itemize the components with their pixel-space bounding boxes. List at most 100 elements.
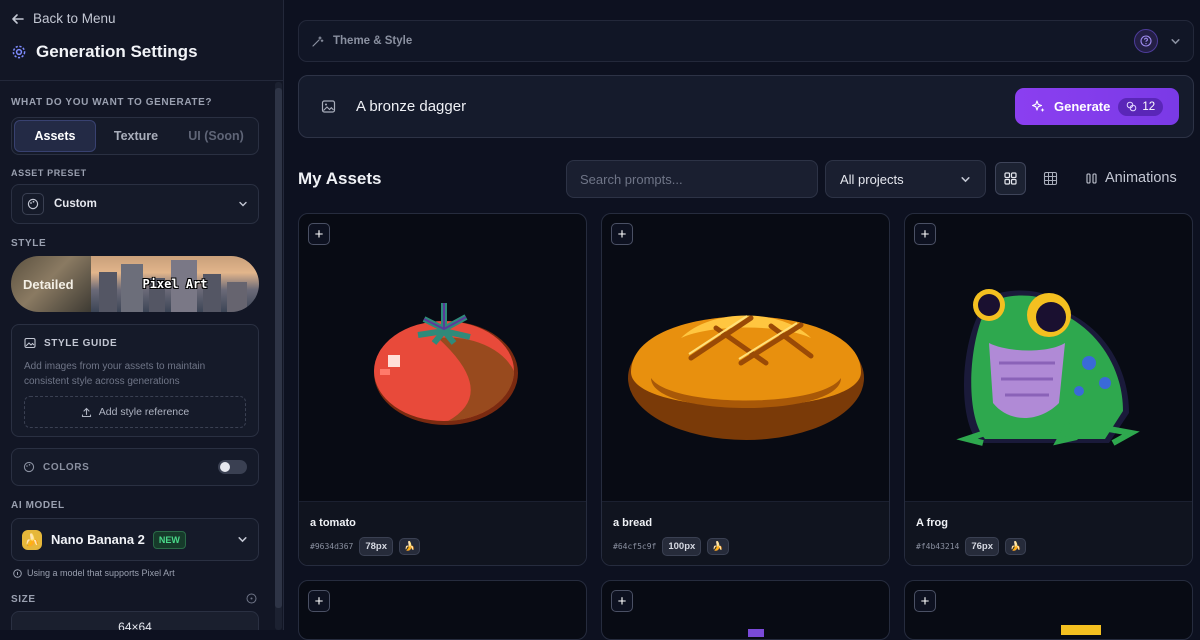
sidebar-scrollbar[interactable] [275, 82, 282, 630]
asset-card[interactable]: + [904, 580, 1193, 640]
header-divider [0, 80, 283, 81]
animations-button[interactable]: Animations [1085, 170, 1177, 186]
style-option-pixel-art[interactable]: Pixel Art [91, 256, 259, 312]
tab-texture[interactable]: Texture [96, 120, 176, 152]
projects-value: All projects [840, 171, 904, 187]
animations-label: Animations [1105, 170, 1177, 186]
style-selector: Detailed Pixel Art [11, 256, 259, 312]
style-guide-header: STYLE GUIDE [24, 337, 246, 349]
what-label: WHAT DO YOU WANT TO GENERATE? [11, 97, 213, 108]
asset-tags: #64cf5c9f 100px 🍌 [613, 537, 878, 556]
banana-icon: 🍌 [1005, 538, 1027, 555]
scrollbar-thumb[interactable] [275, 88, 282, 608]
palette-icon [22, 193, 44, 215]
asset-card-bread[interactable]: + a bread #64cf5c9f 100px 🍌 [601, 213, 890, 566]
asset-card-frog[interactable]: + A frog #f4b43214 76px 🍌 [904, 213, 1193, 566]
model-value: Nano Banana 2 [51, 532, 145, 547]
colors-card: COLORS [11, 448, 259, 486]
grid-small-icon [1043, 171, 1058, 186]
add-button[interactable]: + [914, 223, 936, 245]
style-label: STYLE [11, 238, 47, 249]
coins-icon [1127, 101, 1137, 112]
preset-value: Custom [54, 198, 97, 210]
asset-thumbnail [602, 214, 889, 501]
ai-model-select[interactable]: 🍌 Nano Banana 2 NEW [11, 518, 259, 561]
search-input[interactable]: Search prompts... [566, 160, 818, 198]
colors-toggle[interactable] [218, 460, 247, 474]
title-text: Generation Settings [36, 42, 198, 61]
question-icon [1140, 35, 1152, 47]
style-guide-card: STYLE GUIDE Add images from your assets … [11, 324, 259, 437]
arrow-left-icon [12, 13, 24, 24]
grid-large-icon [1004, 172, 1017, 185]
asset-name: A frog [916, 517, 948, 529]
banana-icon: 🍌 [399, 538, 421, 555]
new-badge: NEW [152, 530, 186, 549]
sparkle-icon [1031, 100, 1045, 112]
add-button[interactable]: + [611, 590, 633, 612]
back-to-menu-link[interactable]: Back to Menu [11, 11, 116, 26]
help-button[interactable] [1134, 29, 1158, 53]
bread-image [627, 314, 864, 440]
style-guide-description: Add images from your assets to maintain … [24, 361, 206, 387]
add-button[interactable]: + [611, 223, 633, 245]
asset-meta: A frog #f4b43214 76px 🍌 [905, 501, 1192, 565]
chevron-down-icon [239, 201, 247, 207]
info-icon [13, 568, 22, 578]
compact-grid-button[interactable] [1035, 162, 1066, 195]
add-button[interactable]: + [308, 223, 330, 245]
pixel-building [227, 282, 247, 312]
asset-preview-fragment [1061, 625, 1101, 635]
banana-icon: 🍌 [707, 538, 729, 555]
back-label: Back to Menu [33, 11, 116, 26]
style-guide-title: STYLE GUIDE [44, 337, 118, 349]
asset-hash: #64cf5c9f [613, 542, 657, 551]
asset-size-badge: 78px [359, 537, 394, 556]
film-icon [1086, 172, 1097, 184]
info-icon[interactable] [246, 593, 257, 604]
size-select[interactable]: 64×64 [11, 611, 259, 630]
model-label: AI MODEL [11, 500, 65, 511]
add-style-reference-label: Add style reference [98, 406, 190, 418]
model-hint: Using a model that supports Pixel Art [13, 568, 175, 578]
main-panel: Theme & Style A bronze dagger Generate 1… [284, 0, 1200, 640]
tab-assets[interactable]: Assets [14, 120, 96, 152]
pixel-building [121, 264, 143, 312]
upload-icon [81, 407, 91, 417]
size-value: 64×64 [118, 620, 152, 630]
asset-thumbnail [299, 214, 586, 501]
asset-card[interactable]: + [601, 580, 890, 640]
generate-label: Generate [1054, 99, 1111, 114]
credits-badge: 12 [1118, 97, 1164, 116]
chevron-down-icon [238, 537, 247, 543]
sidebar: Back to Menu Generation Settings WHAT DO… [0, 0, 284, 630]
page-title: Generation Settings [11, 42, 198, 62]
add-button[interactable]: + [308, 590, 330, 612]
asset-card[interactable]: + [298, 580, 587, 640]
style-detailed-label: Detailed [23, 276, 74, 292]
palette-icon [23, 461, 35, 473]
image-icon [24, 337, 36, 349]
style-pixel-art-label: Pixel Art [142, 277, 208, 291]
add-style-reference-button[interactable]: Add style reference [24, 396, 246, 428]
asset-card-tomato[interactable]: + a tomato #9634d367 78px 🍌 [298, 213, 587, 566]
asset-preset-select[interactable]: Custom [11, 184, 259, 224]
toggle-knob [220, 462, 230, 472]
chevron-down-icon[interactable] [1170, 36, 1181, 47]
asset-hash: #9634d367 [310, 542, 354, 551]
credits-count: 12 [1142, 100, 1156, 113]
image-icon[interactable] [321, 99, 336, 114]
theme-style-panel[interactable]: Theme & Style [298, 20, 1194, 62]
grid-view-button[interactable] [995, 162, 1026, 195]
asset-name: a bread [613, 517, 653, 529]
generate-button[interactable]: Generate 12 [1015, 88, 1179, 125]
asset-hash: #f4b43214 [916, 542, 960, 551]
asset-size-badge: 100px [662, 537, 702, 556]
prompt-input[interactable]: A bronze dagger [356, 98, 1015, 115]
chevron-down-icon [961, 176, 970, 182]
projects-select[interactable]: All projects [825, 160, 986, 198]
style-option-detailed[interactable]: Detailed [11, 256, 91, 312]
size-label: SIZE [11, 594, 36, 605]
prompt-bar: A bronze dagger Generate 12 [298, 75, 1194, 138]
add-button[interactable]: + [914, 590, 936, 612]
